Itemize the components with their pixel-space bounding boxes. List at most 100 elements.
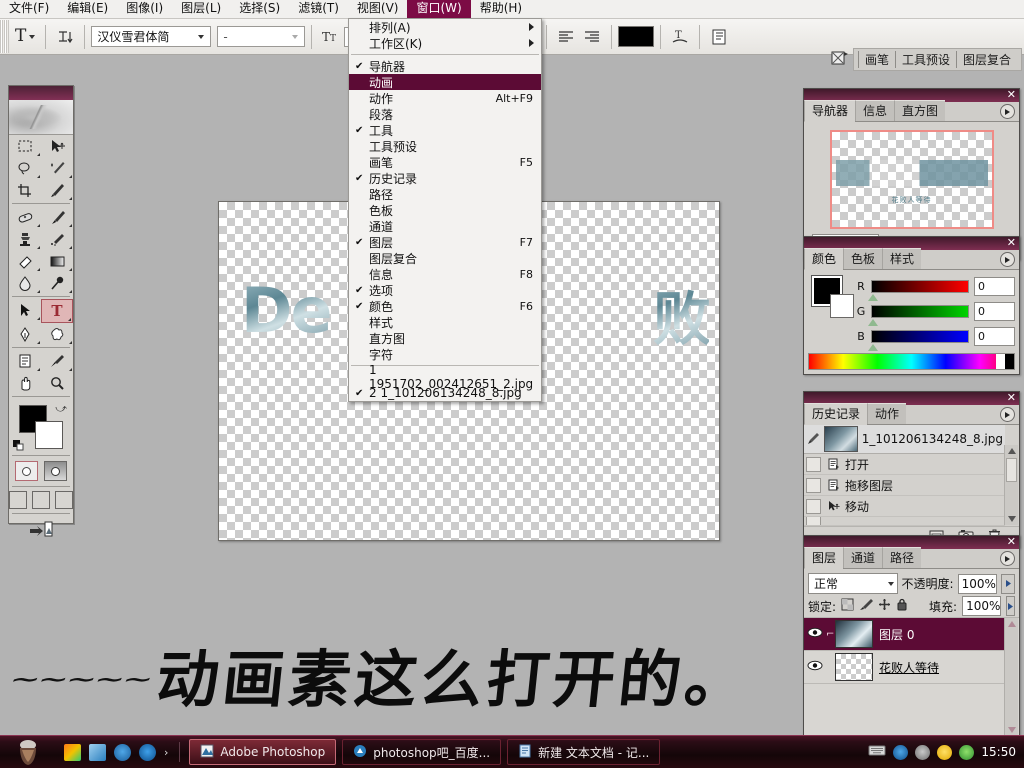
align-left-icon[interactable] xyxy=(553,25,579,49)
fill-slider-button[interactable] xyxy=(1006,596,1015,616)
menu-help[interactable]: 帮助(H) xyxy=(471,0,531,18)
path-selection-tool[interactable] xyxy=(9,299,41,321)
standard-mode-button[interactable] xyxy=(15,461,38,481)
dodge-tool[interactable] xyxy=(41,272,73,294)
menu-item-arrange[interactable]: 排列(A) xyxy=(349,19,541,35)
menu-item-histogram[interactable]: 直方图 xyxy=(349,330,541,346)
keyboard-icon[interactable] xyxy=(868,745,886,759)
tab-styles[interactable]: 样式 xyxy=(882,248,921,269)
text-orientation-icon[interactable] xyxy=(52,25,78,49)
maxthon-icon[interactable] xyxy=(114,744,131,761)
lock-transparency-icon[interactable] xyxy=(841,598,854,614)
menu-edit[interactable]: 编辑(E) xyxy=(58,0,117,18)
opacity-slider-button[interactable] xyxy=(1001,574,1015,594)
standard-screen-mode-button[interactable] xyxy=(9,491,27,509)
chevron-down-icon[interactable] xyxy=(288,35,301,39)
taskbar-button-browser[interactable]: photoshop吧_百度... xyxy=(342,739,501,765)
menu-file[interactable]: 文件(F) xyxy=(0,0,58,18)
scroll-up-icon[interactable] xyxy=(1005,445,1018,457)
channel-slider-g[interactable] xyxy=(871,305,969,318)
history-scrollbar[interactable] xyxy=(1004,445,1018,525)
snapshot-toggle[interactable] xyxy=(806,478,821,493)
history-state-row-partial[interactable] xyxy=(804,517,1005,526)
kingsoft-icon[interactable] xyxy=(893,745,908,760)
background-color-swatch[interactable] xyxy=(35,421,63,449)
options-bar-grip[interactable] xyxy=(0,20,9,53)
taskbar-button-photoshop[interactable]: Adobe Photoshop xyxy=(189,739,336,765)
menu-item-info[interactable]: 信息 F8 xyxy=(349,266,541,282)
menu-item-animation[interactable]: 动画 xyxy=(349,74,541,90)
blend-mode-select[interactable]: 正常 xyxy=(808,573,898,594)
menu-window[interactable]: 窗口(W) xyxy=(407,0,470,18)
history-state-row[interactable]: 移动 xyxy=(804,496,1005,517)
clone-stamp-tool[interactable] xyxy=(9,228,41,250)
layer-name[interactable]: 图层 0 xyxy=(879,626,914,643)
menu-item-options[interactable]: ✔ 选项 xyxy=(349,282,541,298)
tab-channels[interactable]: 通道 xyxy=(843,547,882,568)
white-swatch[interactable] xyxy=(996,354,1005,369)
layer-visibility-icon[interactable] xyxy=(804,660,826,674)
show-desktop-icon[interactable] xyxy=(64,744,81,761)
type-tool[interactable]: T xyxy=(41,299,73,323)
character-palette-icon[interactable] xyxy=(706,25,732,49)
healing-brush-tool[interactable] xyxy=(9,206,41,228)
blur-tool[interactable] xyxy=(9,272,41,294)
close-icon[interactable]: ✕ xyxy=(1007,89,1016,101)
channel-value-g[interactable]: 0 xyxy=(974,302,1015,321)
menu-image[interactable]: 图像(I) xyxy=(117,0,172,18)
tab-layers[interactable]: 图层 xyxy=(804,547,843,569)
marquee-tool[interactable] xyxy=(9,135,41,157)
layer-name[interactable]: 花败人等待 xyxy=(879,659,939,676)
crop-tool[interactable] xyxy=(9,179,41,201)
start-button[interactable] xyxy=(0,737,56,767)
hand-tool[interactable] xyxy=(9,372,41,394)
eraser-tool[interactable] xyxy=(9,250,41,272)
channel-slider-b[interactable] xyxy=(871,330,969,343)
color-spectrum-bar[interactable] xyxy=(808,353,1015,370)
tab-navigator[interactable]: 导航器 xyxy=(804,100,855,122)
zoom-tool[interactable] xyxy=(41,372,73,394)
brush-tool[interactable] xyxy=(41,206,73,228)
chevron-down-icon[interactable] xyxy=(194,35,207,39)
menu-item-styles[interactable]: 样式 xyxy=(349,314,541,330)
menu-item-brushes[interactable]: 画笔 F5 xyxy=(349,154,541,170)
background-color-swatch[interactable] xyxy=(830,294,854,318)
snapshot-toggle[interactable] xyxy=(806,457,821,472)
menu-view[interactable]: 视图(V) xyxy=(348,0,408,18)
menu-item-paths[interactable]: 路径 xyxy=(349,186,541,202)
update-icon[interactable] xyxy=(937,745,952,760)
scrollbar-thumb[interactable] xyxy=(1006,458,1017,482)
menu-item-channels[interactable]: 通道 xyxy=(349,218,541,234)
fullscreen-menubar-mode-button[interactable] xyxy=(32,491,50,509)
menu-item-swatches[interactable]: 色板 xyxy=(349,202,541,218)
chevron-down-icon[interactable] xyxy=(29,35,35,39)
layer-thumbnail[interactable] xyxy=(835,653,873,681)
history-brush-tool[interactable] xyxy=(41,228,73,250)
toolbox-titlebar[interactable] xyxy=(9,86,73,100)
clock[interactable]: 15:50 xyxy=(981,745,1016,759)
lock-pixels-icon[interactable] xyxy=(859,598,873,614)
history-state-row[interactable]: 打开 xyxy=(804,454,1005,475)
slice-tool[interactable] xyxy=(41,179,73,201)
tab-info[interactable]: 信息 xyxy=(855,100,894,121)
menu-item-document-1[interactable]: 1 1951702_002412651_2.jpg xyxy=(349,369,541,385)
active-tool-preset-picker[interactable]: T xyxy=(11,28,39,45)
fullscreen-mode-button[interactable] xyxy=(55,491,73,509)
menu-item-history[interactable]: ✔ 历史记录 xyxy=(349,170,541,186)
opacity-input[interactable]: 100% xyxy=(958,574,998,594)
tab-paths[interactable]: 路径 xyxy=(882,547,921,568)
pen-tool[interactable] xyxy=(9,323,41,345)
scroll-up-icon[interactable] xyxy=(1005,618,1018,630)
channel-slider-r[interactable] xyxy=(871,280,969,293)
menu-layer[interactable]: 图层(L) xyxy=(172,0,230,18)
channel-value-b[interactable]: 0 xyxy=(974,327,1015,346)
swap-colors-icon[interactable]: ⤻ xyxy=(55,402,67,416)
default-colors-icon[interactable] xyxy=(13,440,24,451)
palette-menu-icon[interactable] xyxy=(1000,104,1015,119)
palette-well-tab-brushes[interactable]: 画笔 xyxy=(858,51,895,68)
tab-actions[interactable]: 动作 xyxy=(867,403,906,424)
menu-select[interactable]: 选择(S) xyxy=(230,0,289,18)
scroll-down-icon[interactable] xyxy=(1005,513,1018,525)
snapshot-toggle[interactable] xyxy=(806,517,821,526)
lock-all-icon[interactable] xyxy=(896,598,908,614)
